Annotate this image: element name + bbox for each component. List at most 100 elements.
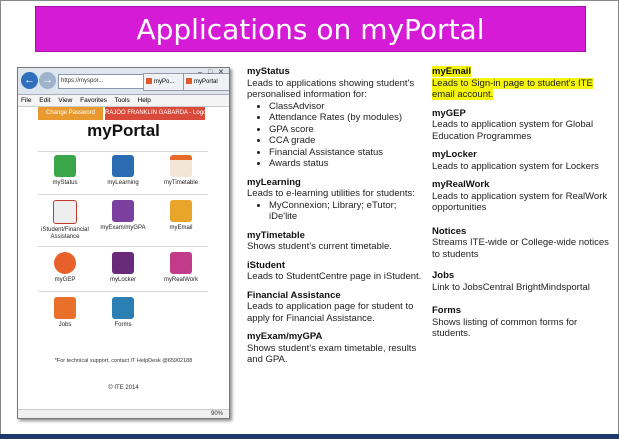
desc-istudent: Leads to StudentCentre page in iStudent. xyxy=(247,271,422,282)
tab-label: myPortal xyxy=(194,79,218,85)
app-myrealwork[interactable]: myRealWork xyxy=(149,252,213,284)
menu-tools[interactable]: Tools xyxy=(115,97,130,104)
desc-line: Leads to application system for RealWork xyxy=(432,190,608,202)
left-descriptions: myStatus Leads to applications showing s… xyxy=(247,66,427,366)
minimize-icon[interactable]: – xyxy=(198,69,202,77)
desc-line: opportunities xyxy=(432,202,487,213)
tab-favicon-icon xyxy=(146,78,152,85)
email-icon xyxy=(170,200,192,222)
app-label: myRealWork xyxy=(163,277,199,283)
app-mygep[interactable]: myGEP xyxy=(33,252,97,284)
heading-financial-assistance: Financial Assistance xyxy=(247,289,341,301)
app-jobs[interactable]: Jobs xyxy=(33,297,97,329)
menu-bar: File Edit View Favorites Tools Help xyxy=(18,95,229,107)
app-label: myLocker xyxy=(109,277,136,283)
mylearning-icon xyxy=(112,155,134,177)
slide-title: Applications on myPortal xyxy=(35,6,586,52)
forward-icon[interactable]: → xyxy=(39,72,56,89)
app-label: iStudent/Financial Assistance xyxy=(41,227,89,240)
heading-mygep: myGEP xyxy=(432,107,466,119)
divider xyxy=(38,291,208,292)
myexam-icon xyxy=(112,200,134,222)
desc-line: email account. xyxy=(432,89,494,100)
maximize-icon[interactable]: □ xyxy=(208,69,212,77)
zoom-level[interactable]: 90% xyxy=(211,411,223,417)
mystatus-list: ClassAdvisor Attendance Rates (by module… xyxy=(247,101,427,170)
heading-mylocker: myLocker xyxy=(432,149,477,160)
app-mylearning[interactable]: myLearning xyxy=(91,155,155,187)
app-forms[interactable]: Forms xyxy=(91,297,155,329)
browser-tab-1[interactable]: myPo... xyxy=(143,73,185,91)
portal-title: myPortal xyxy=(87,121,160,140)
desc-line: Streams ITE-wide or College-wide notices xyxy=(432,237,609,248)
istudent-icon xyxy=(53,200,77,224)
desc-jobs: Link to JobsCentral BrightMindsportal xyxy=(432,281,590,293)
desc-mygep: Leads to application system for Global Ed… xyxy=(432,119,619,142)
list-item: GPA score xyxy=(269,124,427,136)
heading-myexam: myExam/myGPA xyxy=(247,331,323,342)
locker-icon xyxy=(112,252,134,274)
app-label: myStatus xyxy=(52,180,78,186)
divider xyxy=(38,246,208,247)
heading-mytimetable: myTimetable xyxy=(247,229,305,241)
menu-favorites[interactable]: Favorites xyxy=(80,97,107,104)
portal-page: Change Password RAJOO FRANKLIN GABARDA -… xyxy=(18,107,229,418)
app-label: myEmail xyxy=(169,225,193,231)
globe-icon xyxy=(54,252,76,274)
address-bar[interactable]: https://myspor... xyxy=(58,74,144,89)
menu-file[interactable]: File xyxy=(21,97,31,104)
menu-view[interactable]: View xyxy=(58,97,72,104)
menu-help[interactable]: Help xyxy=(138,97,151,104)
status-bar: 90% xyxy=(18,409,229,418)
desc-mystatus: Leads to applications showing student's … xyxy=(247,77,415,101)
desc-mytimetable: Shows student's current timetable. xyxy=(247,241,392,252)
close-icon[interactable]: ✕ xyxy=(218,69,224,77)
desc-mylocker: Leads to application system for Lockers xyxy=(432,160,599,172)
list-item: MyConnexion; Library; eTutor; iDe'lite xyxy=(269,200,427,223)
app-label: myExam/myGPA xyxy=(100,225,146,231)
logout-button[interactable]: RAJOO FRANKLIN GABARDA - Logout xyxy=(105,107,205,120)
divider xyxy=(38,151,208,152)
heading-mystatus: myStatus xyxy=(247,66,290,77)
heading-jobs: Jobs xyxy=(432,270,455,281)
desc-financial-assistance: Leads to application page for student to… xyxy=(247,301,414,324)
desc-forms: Shows listing of common forms for student… xyxy=(432,317,619,340)
list-item: Awards status xyxy=(269,158,427,170)
list-item: Financial Assistance status xyxy=(269,147,427,159)
app-myemail[interactable]: myEmail xyxy=(149,200,213,232)
calendar-icon xyxy=(170,155,192,177)
app-mylocker[interactable]: myLocker xyxy=(91,252,155,284)
desc-line: Shows listing of common forms for xyxy=(432,316,578,328)
app-label: myLearning xyxy=(107,180,139,186)
desc-line: to students xyxy=(432,248,479,260)
list-item: CCA grade xyxy=(269,135,427,147)
app-label: Jobs xyxy=(58,322,72,328)
bottom-strip xyxy=(0,434,619,439)
desc-myemail: Leads to Sign-in page to student's ITE em… xyxy=(432,77,619,101)
mystatus-icon xyxy=(54,155,76,177)
desc-line: Leads to application system for Global xyxy=(432,119,594,130)
tab-favicon-icon xyxy=(186,78,192,85)
heading-myrealwork: myRealWork xyxy=(432,179,490,190)
desc-notices: Streams ITE-wide or College-wide notices… xyxy=(432,237,619,260)
heading-myemail: myEmail xyxy=(432,66,619,78)
back-icon[interactable]: ← xyxy=(21,72,38,89)
mylearning-list: MyConnexion; Library; eTutor; iDe'lite xyxy=(247,200,427,223)
desc-line: students. xyxy=(432,328,471,339)
right-descriptions: myEmail Leads to Sign-in page to student… xyxy=(432,66,619,340)
app-mystatus[interactable]: myStatus xyxy=(33,155,97,187)
support-footnote: *For technical support, contact IT HelpD… xyxy=(54,358,193,364)
desc-myrealwork: Leads to application system for RealWork… xyxy=(432,191,619,214)
heading-notices: Notices xyxy=(432,225,467,237)
realwork-icon xyxy=(170,252,192,274)
tab-label: myPo... xyxy=(154,79,175,85)
menu-edit[interactable]: Edit xyxy=(39,97,50,104)
desc-mylearning: Leads to e-learning utilities for studen… xyxy=(247,188,415,199)
app-istudent[interactable]: iStudent/Financial Assistance xyxy=(33,200,97,241)
change-password-button[interactable]: Change Password xyxy=(38,107,103,120)
app-myexam[interactable]: myExam/myGPA xyxy=(91,200,155,232)
list-item: ClassAdvisor xyxy=(269,101,427,113)
browser-toolbar: ← → https://myspor... myPo... myPortal –… xyxy=(18,68,229,95)
app-mytimetable[interactable]: myTimetable xyxy=(149,155,213,187)
desc-line: Leads to Sign-in page to student's ITE xyxy=(432,77,593,89)
